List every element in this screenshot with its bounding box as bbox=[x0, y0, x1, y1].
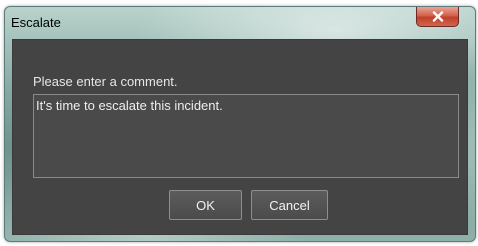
close-button[interactable] bbox=[416, 7, 459, 27]
window-title: Escalate bbox=[11, 15, 61, 30]
comment-textarea[interactable]: It's time to escalate this incident. bbox=[33, 94, 459, 178]
escalate-dialog-window: Escalate Please enter a comment. It's ti… bbox=[4, 6, 476, 242]
dialog-content-panel: Please enter a comment. It's time to esc… bbox=[12, 39, 468, 235]
comment-prompt-label: Please enter a comment. bbox=[33, 74, 178, 89]
ok-button[interactable]: OK bbox=[169, 190, 242, 220]
close-icon bbox=[432, 11, 444, 22]
cancel-button[interactable]: Cancel bbox=[251, 190, 328, 220]
